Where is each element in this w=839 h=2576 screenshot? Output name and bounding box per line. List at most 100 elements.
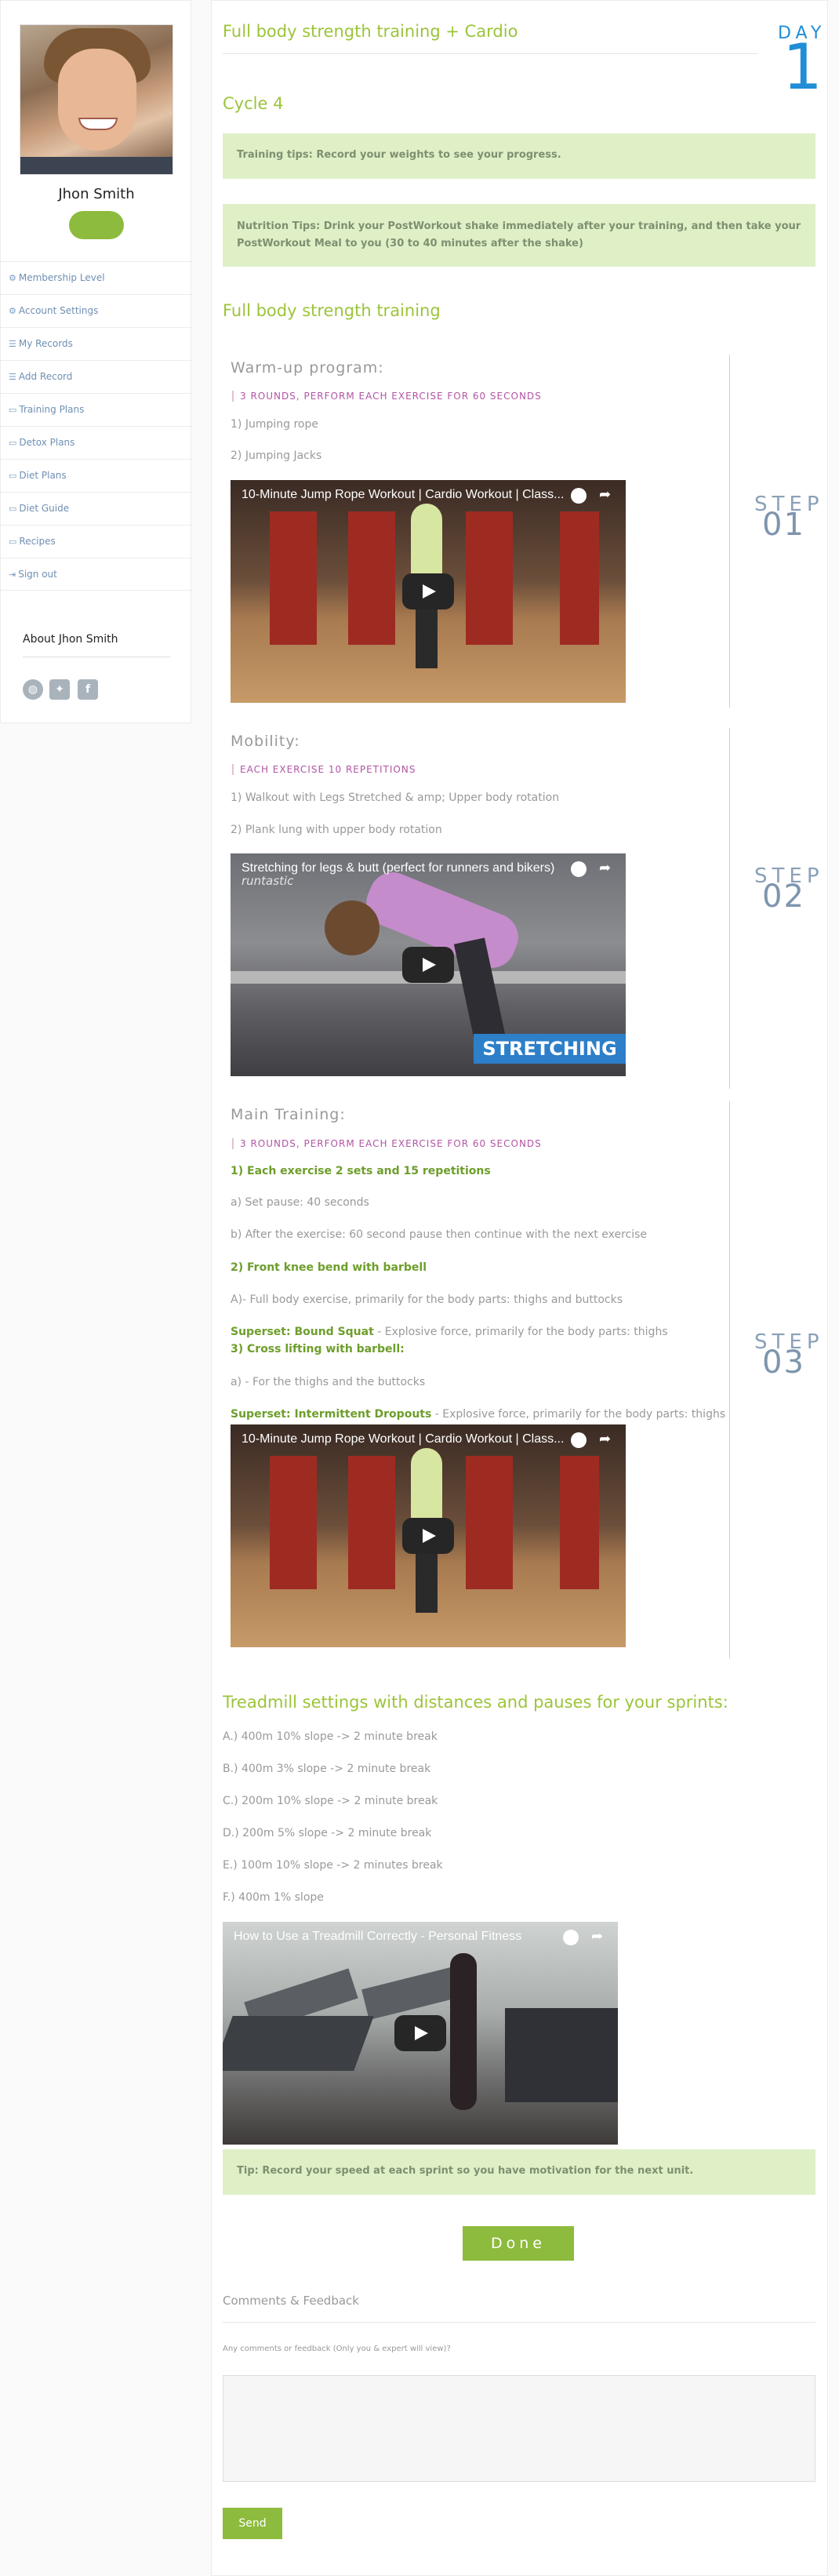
- watch-later-icon[interactable]: [563, 1930, 579, 1945]
- superset-text: - Explosive force, primarily for the bod…: [373, 1326, 668, 1338]
- step-number: 03: [762, 1344, 805, 1381]
- treadmill-item: E.) 100m 10% slope -> 2 minutes break: [223, 1859, 443, 1872]
- sidebar-item-label: Diet Guide: [19, 503, 70, 514]
- calendar-icon: ▭: [9, 504, 17, 514]
- user-status-badge[interactable]: [69, 211, 124, 239]
- sidebar-item-label: Detox Plans: [19, 437, 75, 448]
- sidebar-item-label: My Records: [18, 338, 73, 349]
- sidebar-item-label: Training Plans: [19, 404, 85, 415]
- video-brand: runtastic: [242, 874, 294, 888]
- globe-icon[interactable]: ◍: [23, 679, 43, 700]
- day-number: 1: [783, 31, 823, 104]
- step-number: 01: [762, 507, 805, 543]
- sidebar-item-diet-plans[interactable]: ▭ Diet Plans: [1, 459, 192, 492]
- step-heading: Warm-up program:: [231, 359, 384, 377]
- comments-hint: Any comments or feedback (Only you & exp…: [223, 2345, 451, 2353]
- video-title[interactable]: 10-Minute Jump Rope Workout | Cardio Wor…: [242, 1432, 564, 1446]
- share-icon[interactable]: ➦: [599, 1431, 611, 1447]
- calendar-icon: ▭: [9, 405, 17, 415]
- step-heading: Mobility:: [231, 733, 300, 750]
- share-icon[interactable]: ➦: [599, 486, 611, 503]
- video-title[interactable]: How to Use a Treadmill Correctly - Perso…: [234, 1930, 521, 1944]
- exercise-item: 2) Plank lung with upper body rotation: [231, 824, 442, 836]
- sidebar-item-my-records[interactable]: ☰ My Records: [1, 327, 192, 360]
- video-player[interactable]: 10-Minute Jump Rope Workout | Cardio Wor…: [231, 1424, 626, 1647]
- sidebar-item-label: Add Record: [18, 371, 73, 382]
- sidebar-item-label: Sign out: [18, 569, 57, 580]
- twitter-icon[interactable]: ✦: [49, 679, 70, 700]
- play-icon[interactable]: [394, 2015, 446, 2051]
- exercise-item: 2) Jumping Jacks: [231, 449, 322, 462]
- training-tip: Training tips: Record your weights to se…: [223, 133, 815, 179]
- treadmill-item: A.) 400m 10% slope -> 2 minute break: [223, 1730, 438, 1743]
- comments-title: Comments & Feedback: [223, 2294, 359, 2308]
- play-icon[interactable]: [402, 947, 454, 983]
- share-icon[interactable]: ➦: [599, 860, 611, 876]
- superset-item: Superset: Intermittent Dropouts - Explos…: [231, 1408, 725, 1421]
- list-icon: ☰: [9, 372, 16, 382]
- sidebar-item-training-plans[interactable]: ▭ Training Plans: [1, 393, 192, 426]
- sidebar-item-membership-level[interactable]: ⚙ Membership Level: [1, 261, 192, 294]
- page-title: Full body strength training + Cardio: [223, 22, 518, 41]
- video-title[interactable]: 10-Minute Jump Rope Workout | Cardio Wor…: [242, 488, 564, 502]
- divider: [223, 2322, 815, 2323]
- step-divider: [729, 355, 730, 708]
- sidebar-item-sign-out[interactable]: ⇥ Sign out: [1, 558, 192, 591]
- gear-icon: ⚙: [9, 273, 16, 283]
- done-button[interactable]: Done: [463, 2226, 574, 2261]
- sidebar-item-label: Recipes: [19, 536, 56, 547]
- calendar-icon: ▭: [9, 471, 17, 481]
- video-title[interactable]: Stretching for legs & butt (perfect for …: [242, 861, 554, 875]
- calendar-icon: ▭: [9, 438, 17, 448]
- sidebar-item-recipes[interactable]: ▭ Recipes: [1, 525, 192, 558]
- workout-title: Full body strength training: [223, 301, 441, 320]
- video-player[interactable]: 10-Minute Jump Rope Workout | Cardio Wor…: [231, 480, 626, 703]
- share-icon[interactable]: ➦: [591, 1928, 603, 1945]
- superset-label: Superset: Bound Squat: [231, 1326, 374, 1338]
- video-player[interactable]: How to Use a Treadmill Correctly - Perso…: [223, 1922, 618, 2145]
- user-name: Jhon Smith: [58, 186, 135, 202]
- treadmill-item: F.) 400m 1% slope: [223, 1891, 324, 1904]
- sidebar-item-detox-plans[interactable]: ▭ Detox Plans: [1, 426, 192, 459]
- step-subheading: 3 ROUNDS, PERFORM EACH EXERCISE FOR 60 S…: [232, 391, 542, 402]
- exercise-item: 1) Jumping rope: [231, 418, 318, 431]
- step-divider: [729, 1101, 730, 1658]
- treadmill-title: Treadmill settings with distances and pa…: [223, 1693, 728, 1712]
- step-number: 02: [762, 879, 805, 915]
- list-icon: ☰: [9, 339, 16, 349]
- step-subheading: 3 ROUNDS, PERFORM EACH EXERCISE FOR 60 S…: [232, 1138, 542, 1149]
- sidebar-item-account-settings[interactable]: ⚙ Account Settings: [1, 294, 192, 327]
- comments-textarea[interactable]: [223, 2375, 815, 2482]
- sign-out-icon: ⇥: [9, 569, 16, 580]
- treadmill-tip: Tip: Record your speed at each sprint so…: [223, 2149, 815, 2195]
- superset-item: Superset: Bound Squat - Explosive force,…: [231, 1326, 668, 1338]
- exercise-item: b) After the exercise: 60 second pause t…: [231, 1228, 648, 1241]
- exercise-item: a) - For the thighs and the buttocks: [231, 1376, 426, 1388]
- send-button[interactable]: Send: [223, 2508, 282, 2539]
- calendar-icon: ▭: [9, 537, 17, 547]
- treadmill-item: D.) 200m 5% slope -> 2 minute break: [223, 1827, 432, 1839]
- watch-later-icon[interactable]: [571, 488, 587, 504]
- facebook-icon[interactable]: f: [78, 679, 98, 700]
- divider: [223, 53, 757, 54]
- sidebar-item-label: Diet Plans: [19, 470, 67, 481]
- exercise-group: 1) Each exercise 2 sets and 15 repetitio…: [231, 1165, 491, 1177]
- sidebar-item-label: Account Settings: [18, 305, 99, 316]
- about-title: About Jhon Smith: [23, 633, 118, 646]
- exercise-item: a) Set pause: 40 seconds: [231, 1196, 369, 1209]
- watch-later-icon[interactable]: [571, 861, 587, 877]
- treadmill-item: C.) 200m 10% slope -> 2 minute break: [223, 1795, 438, 1807]
- superset-text: - Explosive force, primarily for the bod…: [431, 1408, 726, 1421]
- sidebar-item-add-record[interactable]: ☰ Add Record: [1, 360, 192, 393]
- watch-later-icon[interactable]: [571, 1432, 587, 1448]
- cycle-label: Cycle 4: [223, 94, 284, 113]
- avatar: [20, 24, 173, 175]
- nutrition-tip: Nutrition Tips: Drink your PostWorkout s…: [223, 204, 815, 267]
- gear-icon: ⚙: [9, 306, 16, 316]
- exercise-item: A)- Full body exercise, primarily for th…: [231, 1293, 623, 1306]
- play-icon[interactable]: [402, 573, 454, 609]
- video-badge: STRETCHING: [474, 1034, 626, 1064]
- play-icon[interactable]: [402, 1518, 454, 1554]
- sidebar-item-diet-guide[interactable]: ▭ Diet Guide: [1, 492, 192, 525]
- video-player[interactable]: runtastic STRETCHING Stretching for legs…: [231, 853, 626, 1076]
